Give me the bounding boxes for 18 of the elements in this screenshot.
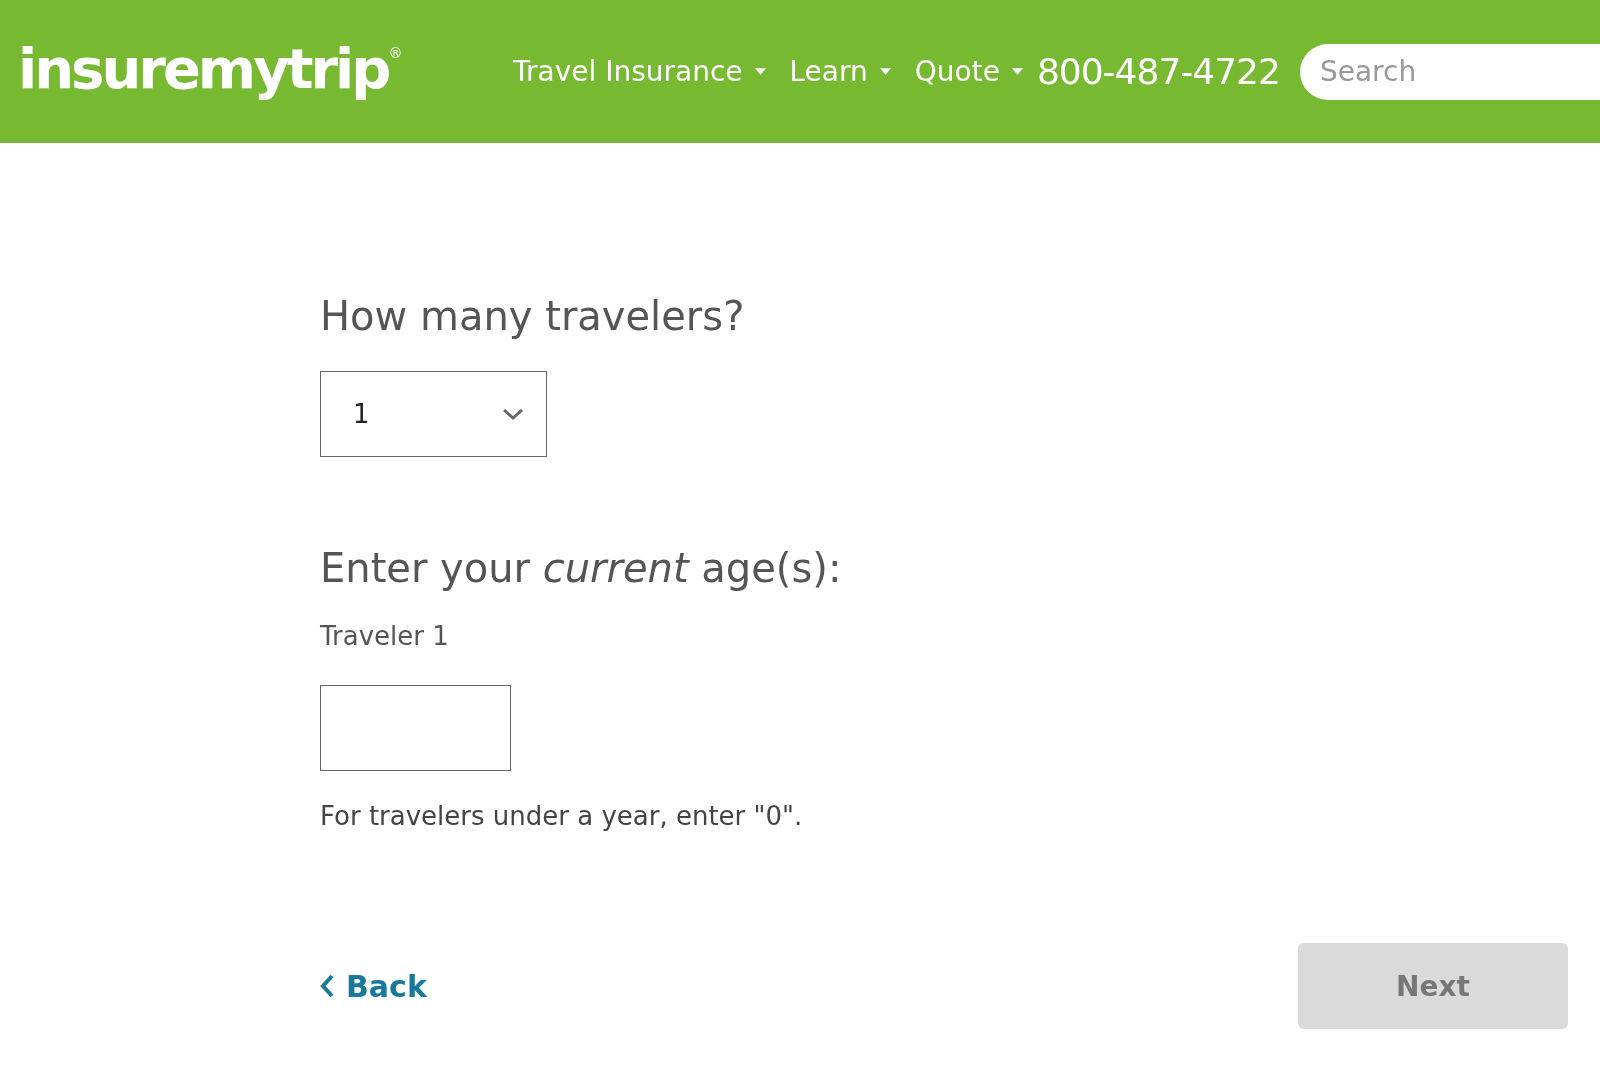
question-heading: Enter your current age(s):: [320, 545, 843, 591]
phone-link[interactable]: 800-487-4722: [1036, 51, 1280, 92]
logo[interactable]: insuremytrip$^{®}$: [18, 36, 448, 101]
field-label: Traveler 1: [320, 621, 450, 651]
caret-icon: [754, 68, 766, 75]
nav-menu-link[interactable]: Quote: [914, 55, 1023, 88]
caret-icon: [1011, 68, 1023, 75]
search-field[interactable]: Search: [1299, 43, 1600, 100]
chevron-down-icon: [502, 407, 524, 421]
nav-menu-link[interactable]: Learn: [789, 55, 891, 88]
back-link[interactable]: Back: [320, 968, 427, 1004]
age-field[interactable]: [320, 685, 511, 771]
caret-icon: [879, 68, 891, 75]
chevron-left-icon: [320, 974, 334, 998]
travelers-dropdown[interactable]: 1: [320, 371, 547, 457]
question-heading: How many travelers?: [320, 293, 746, 339]
nav-menu-link[interactable]: Travel Insurance: [513, 55, 766, 88]
hint-text: For travelers under a year, enter "0".: [320, 801, 804, 831]
